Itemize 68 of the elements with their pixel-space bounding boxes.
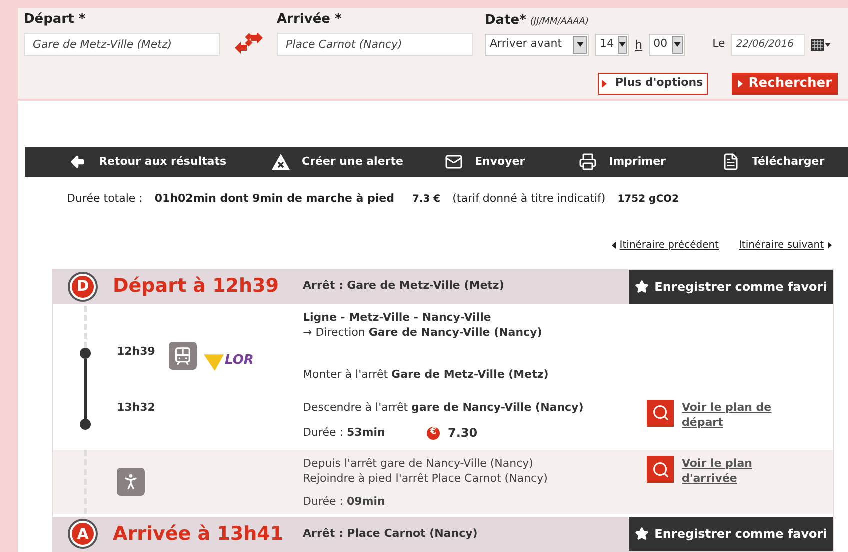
- tram-icon: [169, 342, 197, 370]
- hour-select[interactable]: 14: [595, 34, 629, 56]
- mode-select[interactable]: Arriver avant: [485, 34, 589, 56]
- toolbar-button[interactable]: Retour aux résultats: [69, 154, 272, 170]
- duration-text: Durée : 09min: [303, 494, 386, 509]
- euro-icon: €: [427, 426, 440, 440]
- duration-text: Durée : 53min: [303, 424, 386, 441]
- stop-title: Départ à 12h39: [113, 274, 280, 300]
- toolbar-button[interactable]: Créer une alerte: [272, 154, 445, 170]
- next-itinerary-link[interactable]: Itinéraire suivant: [738, 238, 832, 252]
- walking-person-icon: [117, 468, 145, 496]
- walk-destination-text: Rejoindre à pied l'arrêt Place Carnot (Nancy): [303, 471, 549, 486]
- stop-badge: D: [70, 274, 96, 300]
- stop-name: Arrêt : Gare de Metz-Ville (Metz): [303, 278, 506, 294]
- star-icon: [634, 280, 649, 294]
- minute-select[interactable]: 00: [648, 34, 685, 56]
- walk-origin-text: Depuis l'arrêt gare de Nancy-Ville (Nancy): [303, 456, 534, 471]
- printer-icon: [579, 153, 597, 171]
- caret-icon: [602, 80, 608, 88]
- warning-triangle-icon: [272, 154, 290, 170]
- map-link[interactable]: Voir le plan d'arrivée: [682, 456, 772, 486]
- boarding-text: Monter à l'arrêt Gare de Metz-Ville (Metz): [303, 367, 549, 383]
- hour-unit: h: [635, 36, 643, 54]
- previous-itinerary-link[interactable]: Itinéraire précédent: [612, 238, 719, 252]
- total-price: 7.3 €: [412, 192, 441, 207]
- stop-name: Arrêt : Place Carnot (Nancy): [303, 526, 479, 542]
- caret-icon: [738, 80, 743, 88]
- options-button[interactable]: Plus d'options: [598, 72, 708, 94]
- calendar-icon[interactable]: [811, 38, 832, 50]
- date-field[interactable]: 22/06/2016: [731, 34, 806, 56]
- field-label: Date*: [485, 12, 526, 30]
- operator-logo: LOR: [204, 342, 260, 380]
- co2-emission: 1752 gCO2: [618, 192, 679, 207]
- back-arrow-icon: [70, 154, 86, 170]
- dropdown-caret-icon: [672, 36, 683, 54]
- star-icon: [634, 527, 649, 541]
- dropdown-caret-icon: [618, 36, 627, 54]
- fare-amount: 7.30: [448, 425, 478, 442]
- stop-badge: A: [70, 521, 96, 547]
- map-link[interactable]: Voir le plan de départ: [682, 400, 772, 430]
- dropdown-caret-icon: [573, 36, 587, 54]
- toolbar-button[interactable]: Envoyer: [445, 152, 579, 172]
- swap-arrows-icon[interactable]: [234, 32, 262, 54]
- location-field[interactable]: Gare de Metz-Ville (Metz): [24, 32, 220, 56]
- left-caret-icon: [612, 242, 616, 248]
- stop-title: Arrivée à 13h41: [113, 522, 285, 547]
- departure-time: 12h39: [117, 344, 156, 360]
- favorite-button[interactable]: Enregistrer comme favori: [629, 270, 833, 304]
- map-search-icon: [647, 400, 674, 426]
- price-note: (tarif donné à titre indicatif): [452, 191, 606, 207]
- alighting-text: Descendre à l'arrêt gare de Nancy-Ville (Nancy): [303, 400, 585, 416]
- right-caret-icon: [828, 242, 832, 248]
- field-label: Départ *: [24, 11, 87, 29]
- date-label: Le: [712, 36, 726, 52]
- favorite-button[interactable]: Enregistrer comme favori: [629, 517, 833, 551]
- location-field[interactable]: Place Carnot (Nancy): [277, 32, 473, 56]
- map-search-icon: [647, 456, 674, 483]
- total-duration: 01h02min dont 9min de marche à pied: [154, 191, 394, 207]
- direction-text: → Direction Gare de Nancy-Ville (Nancy): [303, 324, 542, 340]
- toolbar-button[interactable]: Télécharger: [722, 153, 842, 171]
- line-name: Ligne - Metz-Ville - Nancy-Ville: [303, 310, 492, 324]
- search-button[interactable]: Rechercher: [732, 72, 838, 94]
- summary-label: Durée totale :: [67, 191, 143, 207]
- document-icon: [722, 153, 740, 171]
- arrival-time: 13h32: [117, 400, 156, 416]
- date-format-hint: (JJ/MM/AAAA): [530, 16, 589, 29]
- toolbar-button[interactable]: Imprimer: [579, 153, 722, 171]
- field-label: Arrivée *: [277, 11, 343, 29]
